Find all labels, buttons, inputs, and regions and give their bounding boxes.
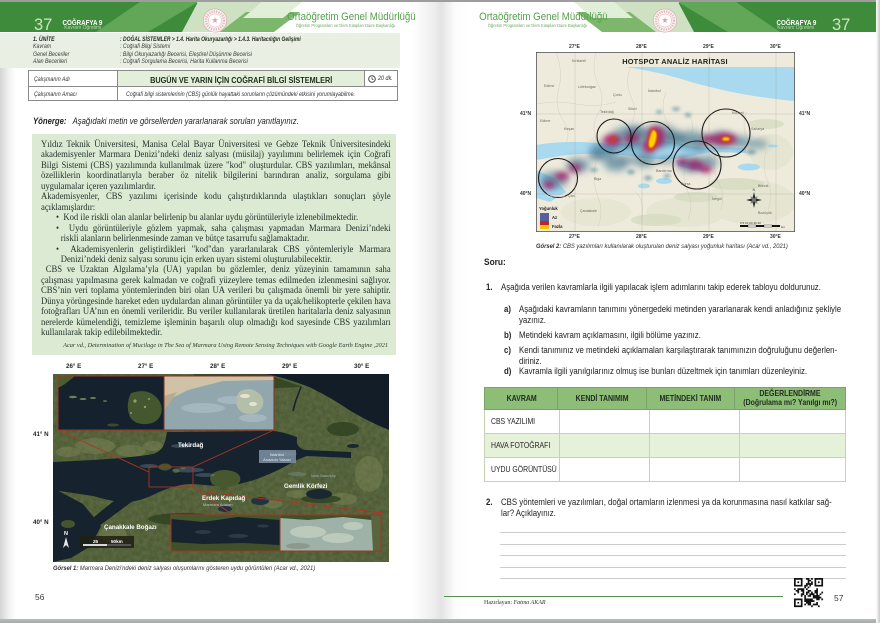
svg-text:Bursa: Bursa — [681, 182, 690, 186]
svg-text:Çorlu: Çorlu — [613, 93, 622, 97]
svg-text:Çanakkale: Çanakkale — [580, 209, 597, 213]
svg-text:Tekirdağ: Tekirdağ — [600, 110, 614, 114]
svg-text:25: 25 — [93, 539, 99, 544]
svg-text:Lüleburgaz: Lüleburgaz — [578, 85, 596, 89]
svg-text:Kocaeli: Kocaeli — [732, 111, 744, 115]
svg-text:Bandırma: Bandırma — [656, 169, 672, 173]
svg-text:Biga: Biga — [594, 177, 601, 181]
svg-text:Anadolu Yakası: Anadolu Yakası — [263, 457, 291, 462]
svg-text:N: N — [64, 531, 68, 537]
svg-text:Az: Az — [552, 215, 557, 220]
svg-text:Kırklareli: Kırklareli — [572, 59, 586, 63]
svg-text:İznik Bakırköy: İznik Bakırköy — [311, 473, 336, 478]
svg-text:HOTSPOT ANALİZ HARİTASI: HOTSPOT ANALİZ HARİTASI — [622, 57, 728, 66]
svg-text:Çan: Çan — [568, 194, 575, 198]
svg-text:Çanakkale: Çanakkale — [547, 194, 565, 198]
svg-text:Yoğunluk: Yoğunluk — [539, 206, 558, 211]
svg-text:0 5 10 20 30 40: 0 5 10 20 30 40 — [740, 221, 761, 225]
svg-text:İnegöl: İnegöl — [712, 196, 722, 201]
svg-text:Fazla: Fazla — [552, 224, 563, 229]
svg-text:Edirne: Edirne — [544, 84, 554, 88]
svg-text:Erdek Kapıdağ: Erdek Kapıdağ — [202, 495, 246, 502]
svg-text:Bozüyük: Bozüyük — [758, 211, 772, 215]
svg-text:Bilecik: Bilecik — [758, 184, 769, 188]
svg-text:Marmara Adaları: Marmara Adaları — [203, 502, 233, 507]
svg-text:Keşan: Keşan — [564, 127, 574, 131]
svg-text:Sakarya: Sakarya — [751, 127, 764, 131]
svg-text:Edirne: Edirne — [540, 119, 550, 123]
svg-text:Tekirdağ: Tekirdağ — [178, 442, 204, 449]
svg-text:50km: 50km — [111, 539, 123, 544]
svg-text:km: km — [781, 225, 786, 229]
svg-text:Silivri: Silivri — [628, 107, 637, 111]
svg-text:İstanbul: İstanbul — [648, 88, 661, 93]
svg-text:Çanakkale Boğazı: Çanakkale Boğazı — [104, 524, 157, 531]
svg-text:Gemlik Körfezi: Gemlik Körfezi — [284, 483, 328, 490]
